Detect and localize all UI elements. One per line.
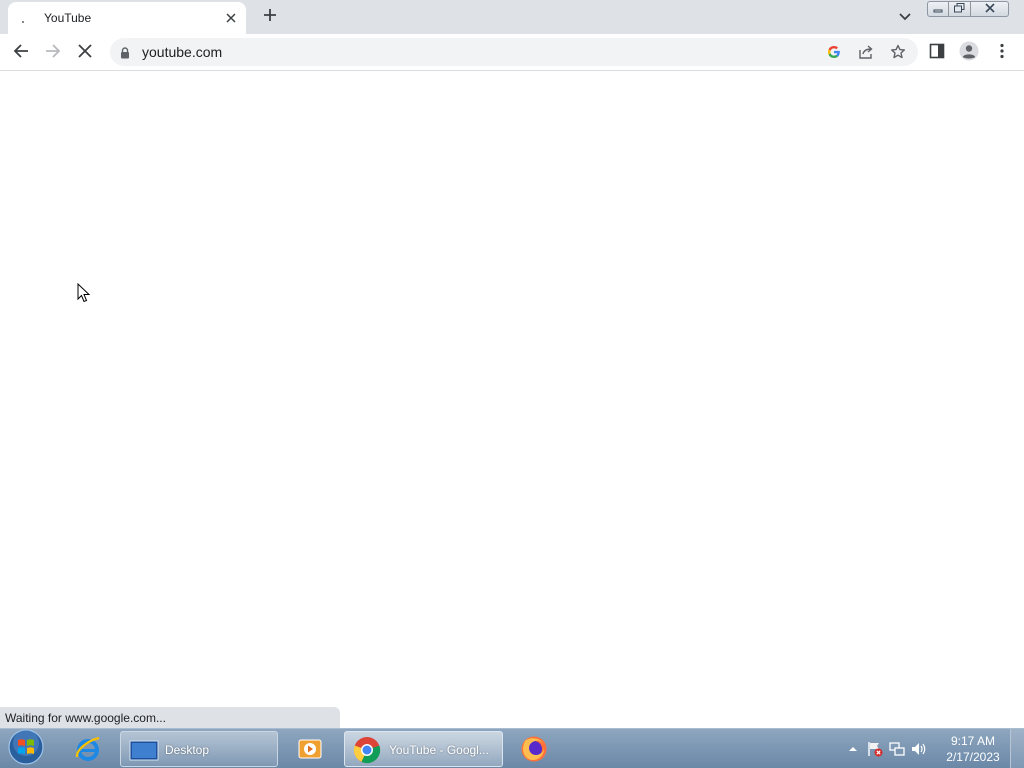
volume-icon[interactable]	[908, 738, 930, 760]
stop-loading-icon	[78, 43, 92, 63]
profile-icon	[959, 41, 979, 66]
restore-icon	[954, 0, 965, 18]
show-desktop-button[interactable]	[1010, 729, 1024, 768]
tab-strip: YouTube	[0, 0, 1024, 34]
profile-button[interactable]	[956, 40, 982, 66]
tab-title: YouTube	[44, 11, 92, 25]
close-icon	[984, 0, 996, 18]
back-arrow-icon	[13, 43, 29, 64]
plus-icon	[263, 8, 277, 27]
close-icon[interactable]	[222, 9, 240, 27]
back-button[interactable]	[8, 40, 34, 66]
minimize-icon	[933, 0, 943, 18]
taskbar-media-player[interactable]	[288, 731, 332, 767]
window-controls	[927, 1, 1009, 17]
side-panel-button[interactable]	[924, 40, 950, 66]
google-icon[interactable]	[825, 43, 843, 61]
browser-toolbar: youtube.com	[0, 34, 1024, 71]
forward-button[interactable]	[40, 40, 66, 66]
desktop-icon	[129, 736, 159, 764]
tab-search-button[interactable]	[893, 6, 917, 28]
chrome-menu-button[interactable]	[989, 40, 1015, 66]
internet-explorer-icon	[74, 735, 102, 763]
restore-button[interactable]	[949, 1, 971, 17]
chevron-down-icon	[899, 8, 911, 26]
forward-arrow-icon	[45, 43, 61, 64]
taskbar-item-label: Desktop	[165, 743, 210, 757]
firefox-icon	[520, 735, 548, 763]
start-button[interactable]	[6, 728, 46, 768]
clock-date: 2/17/2023	[946, 750, 1000, 764]
taskbar-item-chrome[interactable]: YouTube - Googl...	[344, 731, 503, 767]
system-tray	[842, 737, 930, 761]
taskbar-item-desktop[interactable]: Desktop	[120, 731, 278, 767]
lock-icon[interactable]	[120, 46, 130, 59]
share-icon[interactable]	[857, 43, 875, 61]
show-hidden-icons-chevron-icon[interactable]	[842, 738, 864, 760]
side-panel-icon	[929, 43, 945, 64]
chrome-icon	[353, 736, 381, 764]
kebab-menu-icon	[1000, 43, 1004, 64]
media-player-icon	[296, 735, 324, 763]
taskbar-clock[interactable]: 9:17 AM 2/17/2023	[940, 733, 1006, 765]
taskbar: Desktop YouTube - Googl... 9:17 AM 2/17/…	[0, 728, 1024, 768]
taskbar-internet-explorer[interactable]	[66, 731, 110, 767]
page-content[interactable]	[0, 71, 1024, 728]
minimize-button[interactable]	[927, 1, 949, 17]
windows-start-icon	[8, 728, 44, 768]
screen: YouTube youtube.com Waiting for www.goog…	[0, 0, 1024, 768]
stop-loading-button[interactable]	[72, 40, 98, 66]
window-close-button[interactable]	[971, 1, 1009, 17]
clock-time: 9:17 AM	[950, 734, 996, 748]
loading-favicon-icon	[20, 11, 34, 25]
star-icon[interactable]	[889, 43, 907, 61]
taskbar-item-label: YouTube - Googl...	[389, 743, 489, 757]
status-bubble: Waiting for www.google.com...	[0, 707, 340, 728]
url-text[interactable]: youtube.com	[142, 44, 222, 60]
action-center-flag-icon[interactable]	[864, 738, 886, 760]
taskbar-firefox[interactable]	[512, 731, 556, 767]
mouse-cursor-icon	[77, 282, 91, 303]
address-bar[interactable]: youtube.com	[110, 38, 918, 66]
new-tab-button[interactable]	[258, 5, 282, 29]
network-icon[interactable]	[886, 738, 908, 760]
tab-youtube[interactable]: YouTube	[8, 2, 246, 34]
